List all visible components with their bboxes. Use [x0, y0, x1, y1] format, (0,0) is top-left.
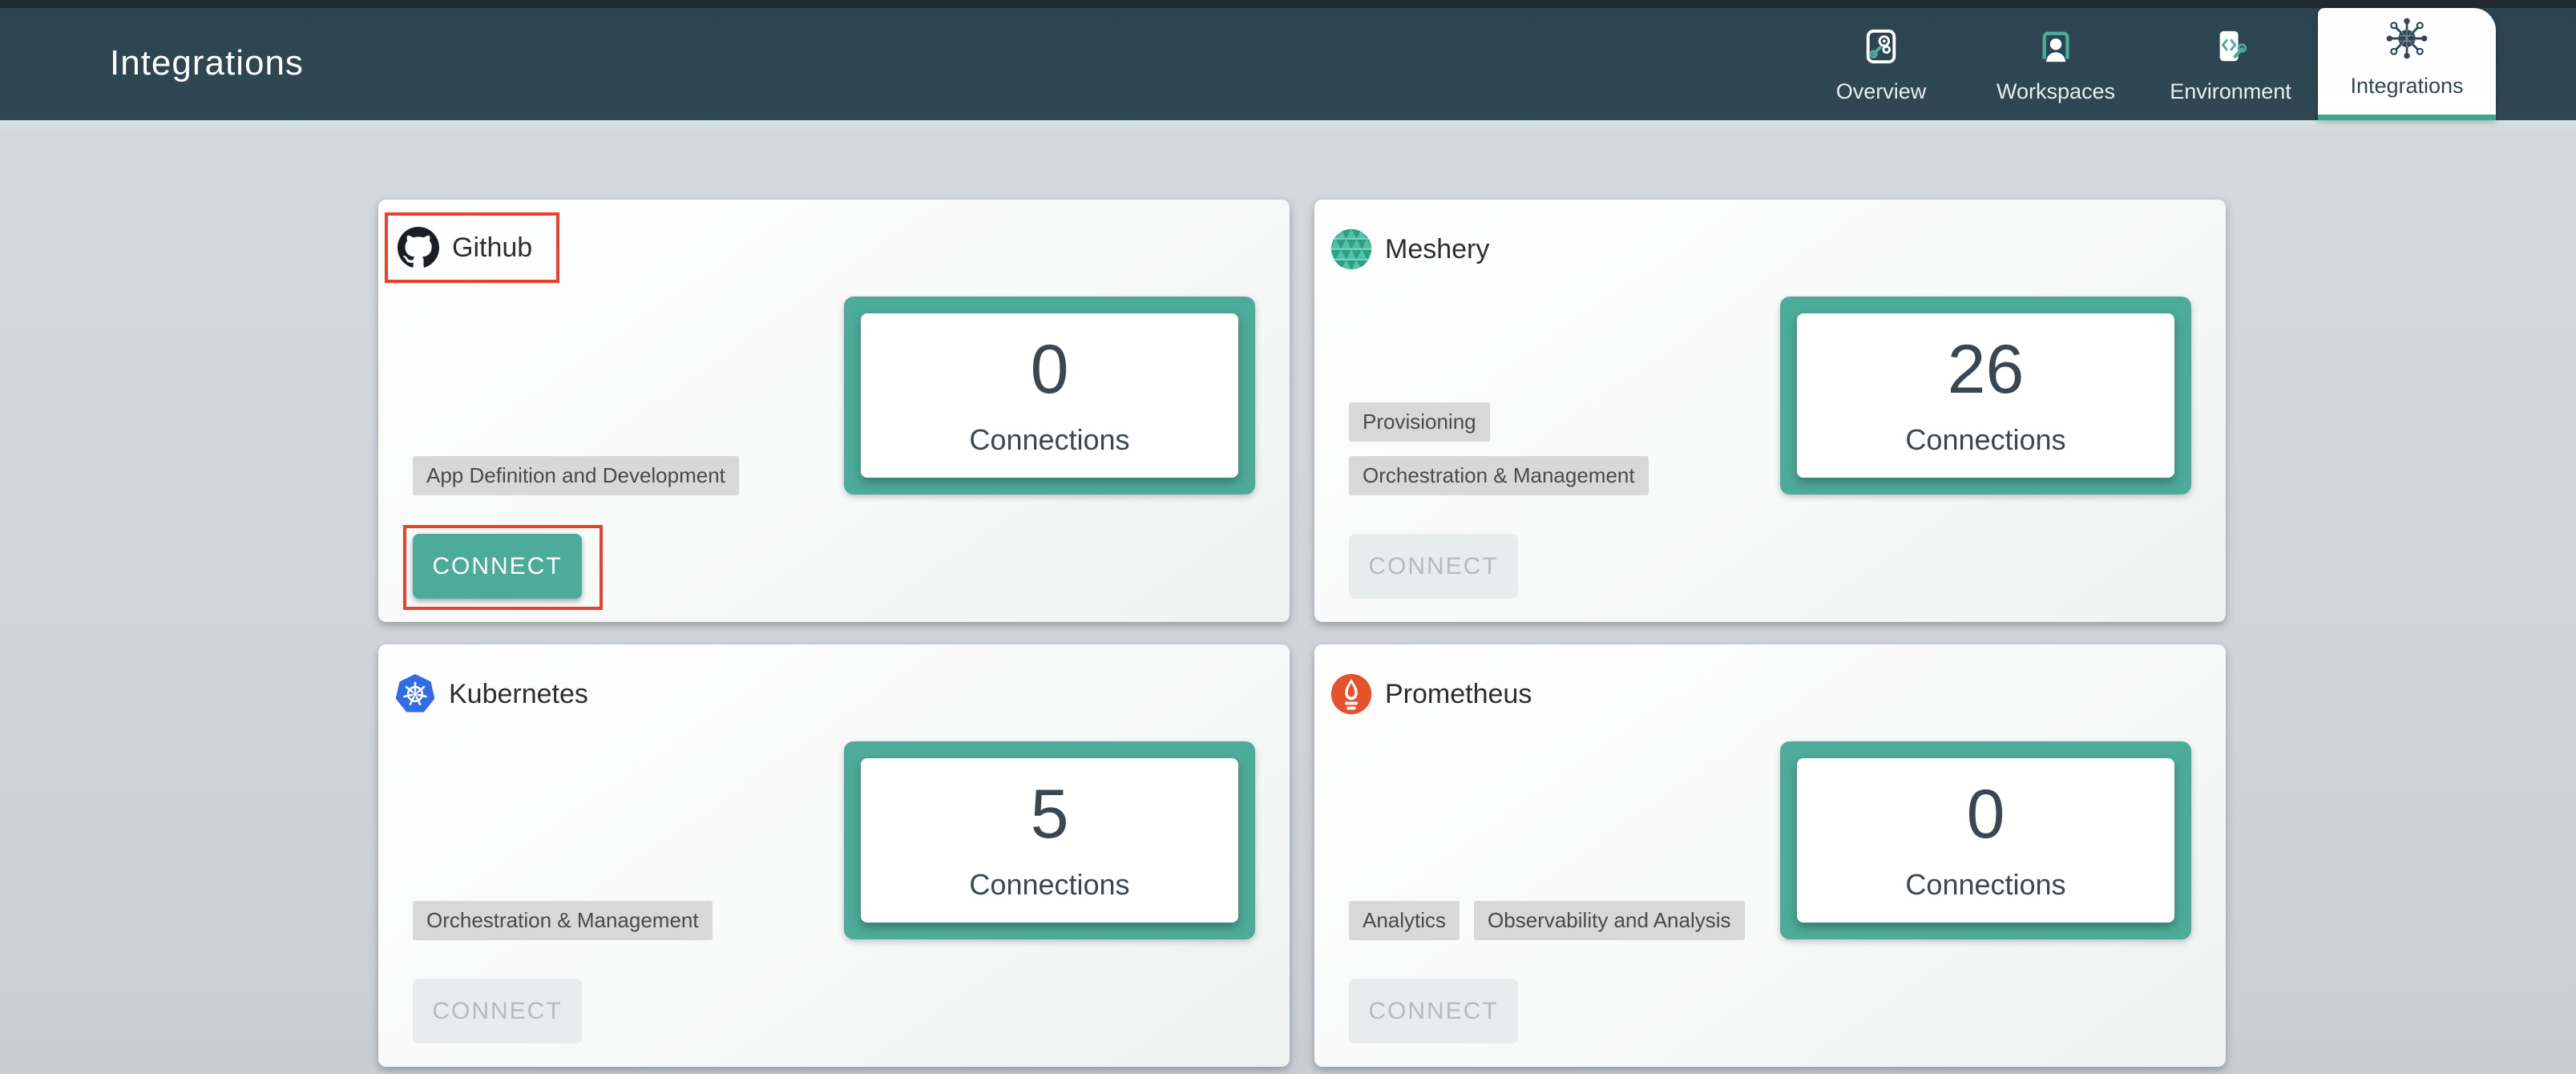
browser-top-strip [0, 0, 2576, 8]
connect-button-disabled[interactable]: CONNECT [413, 979, 582, 1044]
integration-card-kubernetes: Kubernetes 5 Connections Orchestration &… [378, 644, 1290, 1067]
connect-button[interactable]: CONNECT [413, 534, 582, 599]
category-tag: App Definition and Development [413, 456, 739, 495]
logo-row: Meshery [1330, 228, 1489, 270]
category-tags: Analytics Observability and Analysis [1349, 853, 1745, 940]
integration-name: Github [452, 232, 532, 264]
environment-icon [2212, 28, 2249, 65]
category-tag: Analytics [1349, 901, 1460, 940]
nav-label: Workspaces [1997, 79, 2115, 104]
connections-stat-box: 0 Connections [844, 297, 1255, 495]
kubernetes-icon [394, 673, 436, 715]
connections-stat-box: 0 Connections [1780, 741, 2191, 939]
category-tag: Observability and Analysis [1474, 901, 1744, 940]
top-navigation: Overview Workspaces Envir [1794, 8, 2496, 120]
nav-tab-integrations-active[interactable]: Integrations [2318, 8, 2496, 120]
integration-card-meshery: Meshery 26 Connections Provisioning Orch… [1314, 200, 2226, 622]
connections-count: 0 [1967, 780, 2005, 849]
category-tags: Orchestration & Management [413, 853, 713, 940]
logo-row: Kubernetes [394, 673, 588, 715]
logo-row: Github [398, 227, 532, 268]
connect-button-disabled[interactable]: CONNECT [1349, 534, 1518, 599]
connections-stat-inner: 26 Connections [1797, 313, 2174, 478]
integrations-icon [2386, 18, 2428, 59]
annotation-highlight-connect-button: CONNECT [403, 525, 603, 610]
nav-item-workspaces[interactable]: Workspaces [1968, 8, 2143, 120]
header-glow-strip [0, 120, 2576, 133]
github-icon [398, 227, 439, 268]
overview-icon [1863, 28, 1900, 65]
annotation-highlight-github-logo: Github [385, 212, 559, 283]
category-tag: Orchestration & Management [413, 901, 713, 940]
connections-label: Connections [969, 423, 1129, 457]
workspaces-icon [2037, 28, 2074, 65]
integration-card-prometheus: Prometheus 0 Connections Analytics Obser… [1314, 644, 2226, 1067]
connections-stat-inner: 0 Connections [861, 313, 1238, 478]
nav-label: Environment [2170, 79, 2291, 104]
connections-label: Connections [969, 868, 1129, 902]
category-tag: Orchestration & Management [1349, 456, 1649, 495]
connections-label: Connections [1905, 423, 2065, 457]
connections-count: 5 [1031, 780, 1069, 849]
nav-label: Integrations [2350, 74, 2463, 99]
integration-card-github: Github 0 Connections App Definition and … [378, 200, 1290, 622]
nav-item-environment[interactable]: Environment [2143, 8, 2318, 120]
connections-stat-box: 5 Connections [844, 741, 1255, 939]
page-title: Integrations [110, 43, 304, 83]
connections-stat-inner: 0 Connections [1797, 758, 2174, 923]
nav-label: Overview [1836, 79, 1927, 104]
connections-label: Connections [1905, 868, 2065, 902]
prometheus-icon [1330, 673, 1372, 715]
connections-count: 0 [1031, 335, 1069, 404]
nav-item-overview[interactable]: Overview [1794, 8, 1968, 120]
connections-count: 26 [1948, 335, 2025, 404]
meshery-icon [1330, 228, 1372, 270]
category-tags: App Definition and Development [413, 408, 739, 495]
integration-name: Meshery [1385, 234, 1489, 265]
integrations-grid: Github 0 Connections App Definition and … [378, 200, 2226, 1067]
logo-row: Prometheus [1330, 673, 1532, 715]
connections-stat-inner: 5 Connections [861, 758, 1238, 923]
connect-button-disabled[interactable]: CONNECT [1349, 979, 1518, 1044]
integration-name: Prometheus [1385, 679, 1532, 710]
category-tags: Provisioning Orchestration & Management [1349, 408, 1649, 495]
category-tag: Provisioning [1349, 402, 1490, 442]
integration-name: Kubernetes [449, 679, 588, 710]
app-header: Integrations Overview [0, 0, 2576, 120]
connections-stat-box: 26 Connections [1780, 297, 2191, 495]
